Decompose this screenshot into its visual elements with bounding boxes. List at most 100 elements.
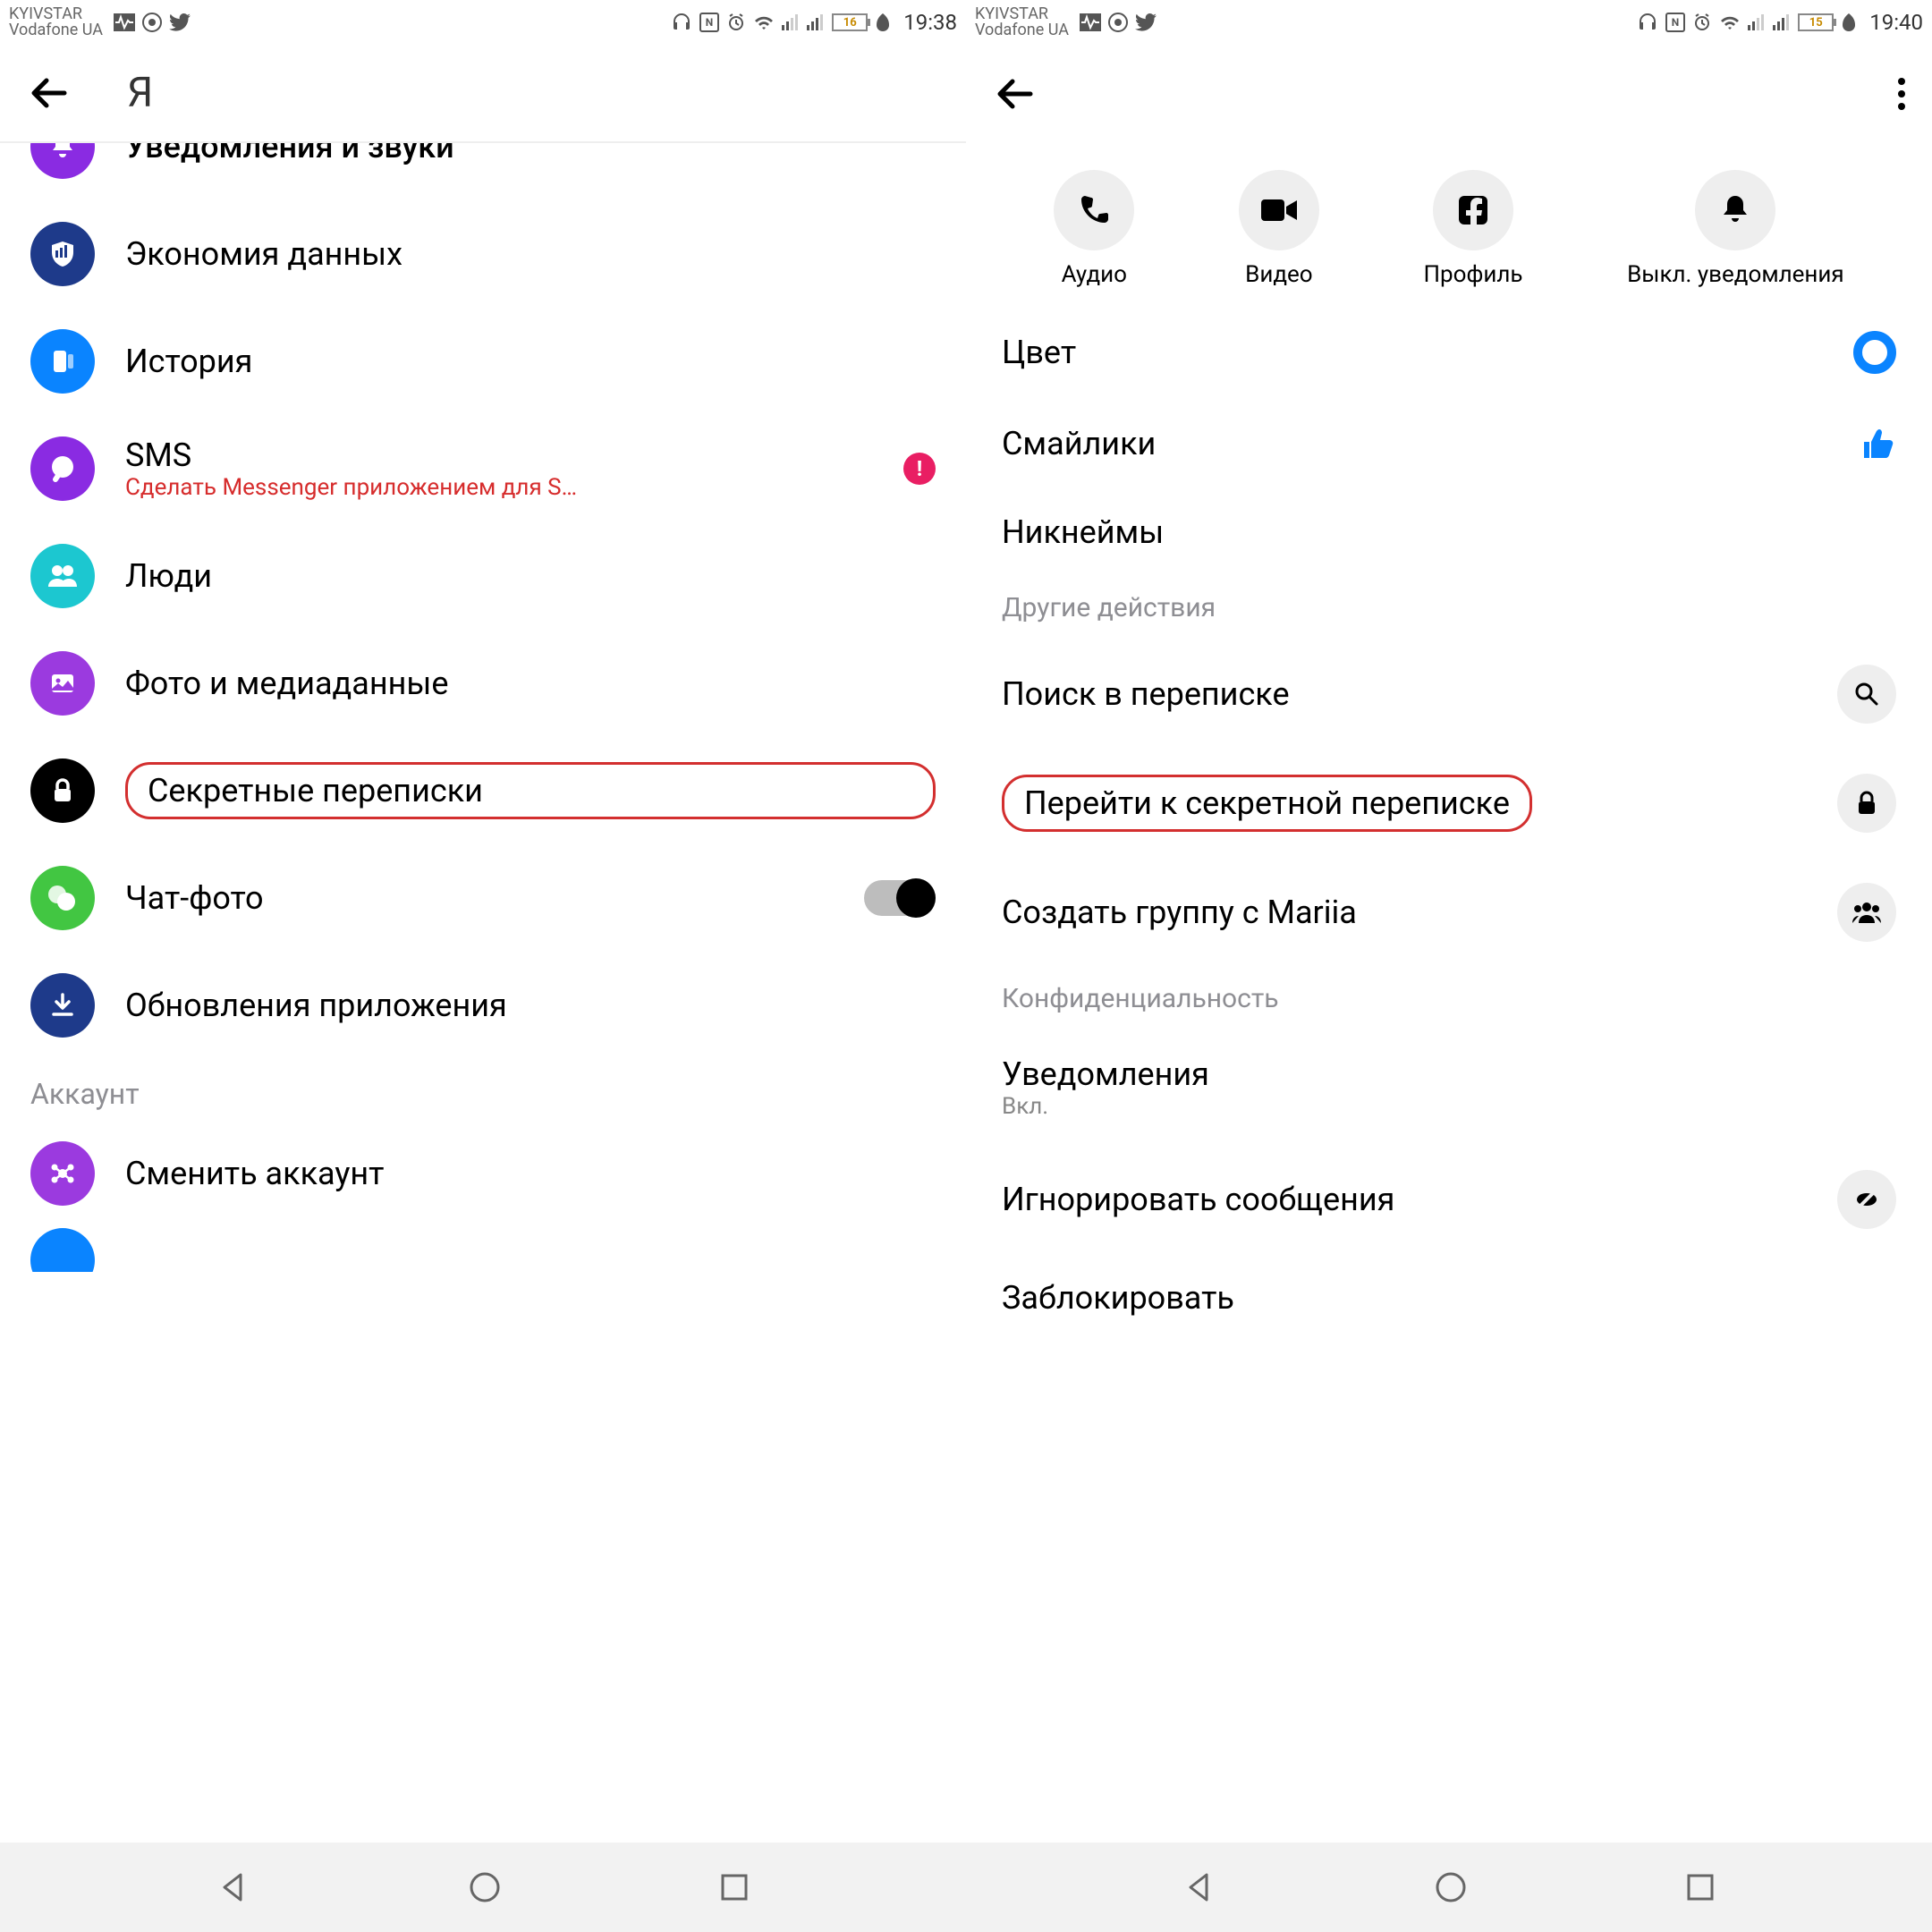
nav-home-icon[interactable]: [467, 1869, 503, 1905]
app-header: [966, 45, 1932, 143]
setting-search-conversation[interactable]: Поиск в переписке: [966, 640, 1932, 749]
setting-secret-conversation[interactable]: Перейти к секретной переписке: [966, 749, 1932, 858]
search-icon: [1837, 665, 1896, 724]
setting-ignore-messages[interactable]: Игнорировать сообщения: [966, 1145, 1932, 1254]
section-other-actions: Другие действия: [966, 576, 1932, 640]
nav-recent-icon[interactable]: [718, 1871, 750, 1903]
settings-item-data-saver[interactable]: Экономия данных: [0, 200, 966, 308]
item-label: История: [125, 343, 936, 380]
toggle-switch[interactable]: [864, 880, 936, 916]
wifi-icon: [753, 13, 775, 31]
people-icon: [30, 544, 95, 608]
action-audio[interactable]: Аудио: [1054, 170, 1134, 288]
section-privacy: Конфиденциальность: [966, 967, 1932, 1030]
more-options-icon[interactable]: [1898, 78, 1905, 110]
bell-icon: [30, 143, 95, 179]
item-label: SMS: [125, 436, 873, 474]
action-video[interactable]: Видео: [1239, 170, 1319, 288]
alert-badge-icon: !: [903, 453, 936, 485]
item-label: Экономия данных: [125, 235, 936, 273]
headphones-icon: [1637, 12, 1658, 33]
nav-recent-icon[interactable]: [1684, 1871, 1716, 1903]
action-row: Аудио Видео Профиль Выкл. уведомления: [966, 143, 1932, 306]
settings-item-switch-account[interactable]: Сменить аккаунт: [0, 1120, 966, 1227]
settings-list: Уведомления и звуки Экономия данных Исто…: [0, 143, 966, 1843]
item-label: Уведомления и звуки: [125, 143, 936, 165]
signal-2-icon: [1773, 14, 1791, 30]
setting-notifications[interactable]: Уведомления Вкл.: [966, 1030, 1932, 1145]
heartbeat-icon: [1080, 13, 1101, 31]
setting-emoji[interactable]: Смайлики: [966, 399, 1932, 488]
status-time: 19:40: [1869, 10, 1923, 35]
setting-label: Игнорировать сообщения: [1002, 1181, 1394, 1218]
page-title: Я: [127, 69, 153, 117]
settings-item-notifications[interactable]: Уведомления и звуки: [0, 143, 966, 200]
item-label: Обновления приложения: [125, 987, 936, 1024]
nav-home-icon[interactable]: [1433, 1869, 1469, 1905]
lock-icon: [30, 758, 95, 823]
ignore-icon: [1837, 1170, 1896, 1229]
signal-1-icon: [1748, 14, 1766, 30]
video-icon: [1239, 170, 1319, 250]
setting-label: Перейти к секретной переписке: [1024, 784, 1510, 822]
setting-label: Никнеймы: [1002, 513, 1164, 551]
chrome-icon: [142, 13, 162, 32]
group-icon: [1837, 883, 1896, 942]
leaf-icon: [1841, 13, 1857, 31]
status-bar-right: KYIVSTAR Vodafone UA N: [966, 0, 1932, 45]
wifi-icon: [1719, 13, 1741, 31]
item-label: Люди: [125, 557, 936, 595]
settings-item-secret-conversations[interactable]: Секретные переписки: [0, 737, 966, 844]
nav-back-icon[interactable]: [1182, 1869, 1217, 1905]
back-arrow-icon[interactable]: [27, 70, 73, 116]
leaf-icon: [875, 13, 891, 31]
highlight-box: Перейти к секретной переписке: [1002, 775, 1532, 832]
settings-item-photos[interactable]: Фото и медиаданные: [0, 630, 966, 737]
signal-2-icon: [807, 14, 825, 30]
setting-block[interactable]: Заблокировать: [966, 1254, 1932, 1342]
alarm-icon: [1692, 13, 1712, 32]
action-label: Выкл. уведомления: [1627, 261, 1844, 288]
left-screen: KYIVSTAR Vodafone UA N: [0, 0, 966, 1843]
download-icon: [30, 973, 95, 1038]
bell-icon: [1695, 170, 1775, 250]
action-label: Аудио: [1062, 261, 1127, 288]
chat-photo-icon: [30, 866, 95, 930]
battery-icon: 16: [832, 13, 868, 31]
nfc-icon: N: [699, 13, 719, 32]
chat-icon: [30, 436, 95, 501]
settings-item-chat-photo[interactable]: Чат-фото: [0, 844, 966, 952]
twitter-icon: [1135, 13, 1157, 31]
settings-item-story[interactable]: История: [0, 308, 966, 415]
settings-item-app-updates[interactable]: Обновления приложения: [0, 952, 966, 1059]
app-header: Я: [0, 45, 966, 143]
setting-nicknames[interactable]: Никнеймы: [966, 488, 1932, 576]
settings-item-sms[interactable]: SMS Сделать Messenger приложением для S……: [0, 415, 966, 522]
item-label: Сменить аккаунт: [125, 1155, 936, 1192]
nfc-icon: N: [1665, 13, 1685, 32]
status-bar-left: KYIVSTAR Vodafone UA N: [0, 0, 966, 45]
heartbeat-icon: [114, 13, 135, 31]
setting-label: Цвет: [1002, 334, 1076, 371]
action-mute[interactable]: Выкл. уведомления: [1627, 170, 1844, 288]
svg-text:N: N: [706, 16, 713, 29]
setting-create-group[interactable]: Создать группу с Mariia: [966, 858, 1932, 967]
setting-label: Поиск в переписке: [1002, 675, 1290, 713]
headphones-icon: [671, 12, 692, 33]
setting-label: Смайлики: [1002, 425, 1156, 462]
nav-back-icon[interactable]: [216, 1869, 251, 1905]
action-profile[interactable]: Профиль: [1423, 170, 1522, 288]
settings-item-people[interactable]: Люди: [0, 522, 966, 630]
chrome-icon: [1108, 13, 1128, 32]
facebook-icon: [1433, 170, 1513, 250]
setting-color[interactable]: Цвет: [966, 306, 1932, 399]
settings-item-partial[interactable]: [0, 1227, 966, 1272]
back-arrow-icon[interactable]: [993, 71, 1039, 117]
right-screen: KYIVSTAR Vodafone UA N: [966, 0, 1932, 1843]
navigation-bar: [0, 1843, 1932, 1932]
item-label: Чат-фото: [125, 879, 834, 917]
like-icon: [1857, 424, 1896, 463]
alarm-icon: [726, 13, 746, 32]
photo-icon: [30, 651, 95, 716]
action-label: Профиль: [1423, 261, 1522, 288]
